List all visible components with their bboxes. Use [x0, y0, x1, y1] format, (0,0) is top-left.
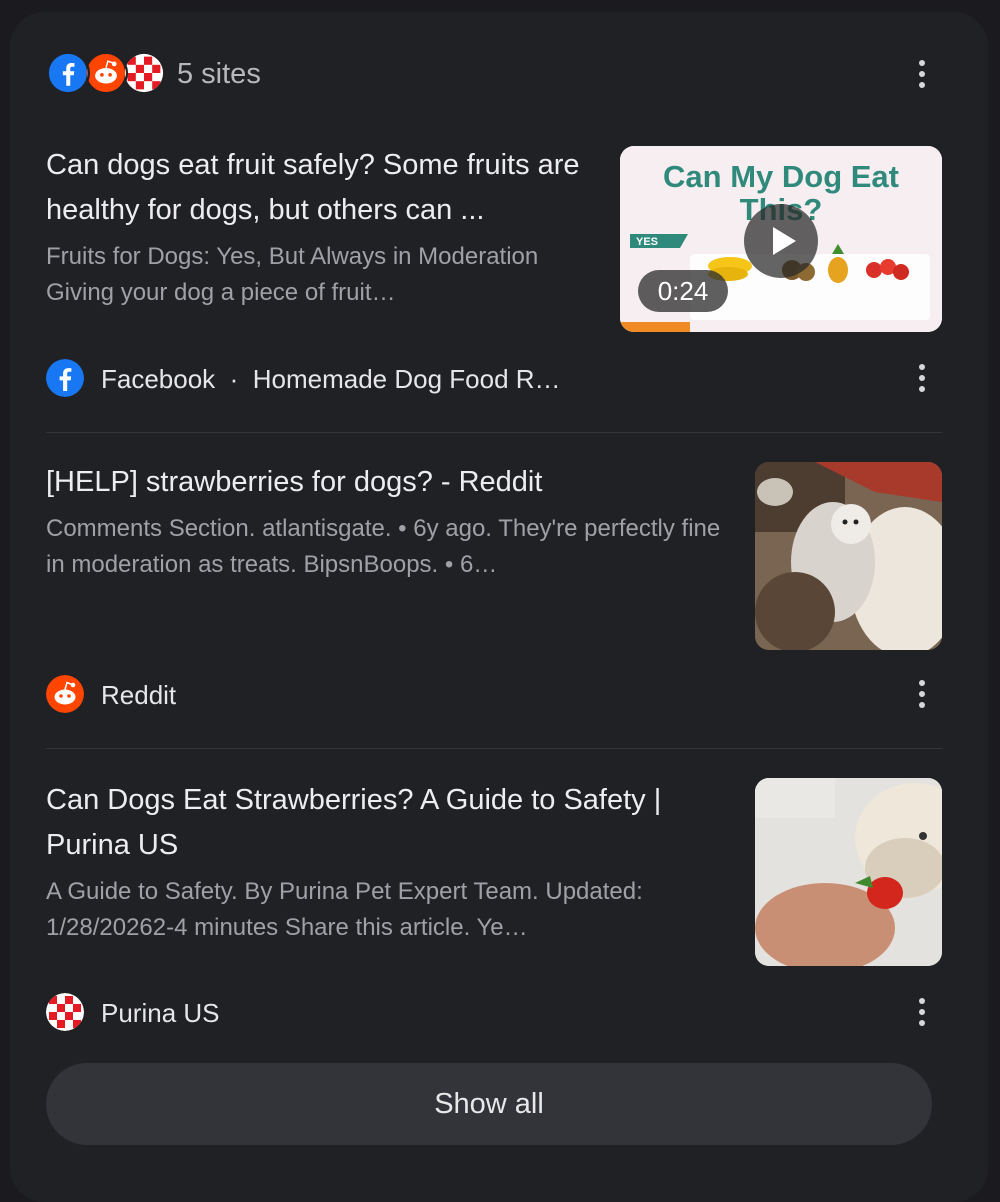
reddit-icon — [46, 675, 84, 713]
purina-icon — [46, 993, 84, 1031]
result-snippet: Comments Section. atlantisgate. • 6y ago… — [46, 515, 721, 578]
more-options-icon[interactable] — [910, 54, 934, 94]
source-name: Facebook · Homemade Dog Food R… — [101, 364, 561, 394]
show-all-button[interactable]: Show all — [46, 1063, 932, 1145]
facebook-icon — [46, 359, 84, 397]
divider — [46, 748, 942, 749]
source-name: Purina US — [101, 998, 220, 1028]
result-thumbnail[interactable] — [755, 778, 942, 966]
play-button[interactable] — [744, 204, 818, 278]
video-duration: 0:24 — [638, 270, 728, 312]
video-thumbnail[interactable]: Can My Dog Eat This? YES 0:24 — [620, 146, 942, 332]
result-snippet: Fruits for Dogs: Yes, But Always in Mode… — [46, 243, 539, 306]
sites-count: 5 sites — [177, 58, 261, 90]
result-snippet: A Guide to Safety. By Purina Pet Expert … — [46, 878, 643, 941]
play-icon — [773, 227, 796, 255]
source-subtitle: Homemade Dog Food R… — [252, 364, 561, 394]
more-options-icon[interactable] — [910, 358, 934, 398]
purina-icon — [122, 51, 166, 95]
divider — [46, 432, 942, 433]
facebook-icon — [46, 51, 90, 95]
result-source[interactable]: Purina US — [46, 992, 932, 1032]
result-thumbnail[interactable] — [755, 462, 942, 650]
result-source[interactable]: Reddit — [46, 674, 932, 714]
dog-photo — [755, 462, 942, 650]
more-options-icon[interactable] — [910, 992, 934, 1032]
favicon-stack — [46, 51, 166, 95]
reddit-icon — [84, 51, 128, 95]
more-options-icon[interactable] — [910, 674, 934, 714]
dog-strawberry-photo — [755, 778, 942, 966]
result-title[interactable]: Can Dogs Eat Strawberries? A Guide to Sa… — [46, 778, 730, 868]
yes-badge: YES — [636, 236, 659, 248]
sites-header[interactable]: 5 sites — [46, 48, 926, 100]
result-title[interactable]: [HELP] strawberries for dogs? - Reddit — [46, 460, 726, 505]
source-name: Reddit — [101, 680, 177, 710]
result-title[interactable]: Can dogs eat fruit safely? Some fruits a… — [46, 143, 594, 233]
result-source[interactable]: Facebook · Homemade Dog Food R… — [46, 358, 932, 398]
